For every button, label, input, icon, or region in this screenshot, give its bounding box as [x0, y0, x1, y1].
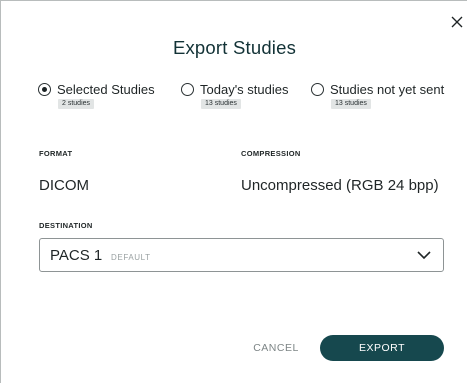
- export-button[interactable]: EXPORT: [320, 335, 444, 361]
- radio-todays-studies[interactable]: [181, 83, 194, 96]
- destination-value: PACS 1: [50, 247, 103, 264]
- radio-selected-studies[interactable]: [38, 83, 51, 96]
- close-button[interactable]: [447, 12, 467, 32]
- format-label: FORMAT: [39, 149, 73, 158]
- destination-label: DESTINATION: [39, 221, 93, 230]
- radio-studies-not-yet-sent[interactable]: [311, 83, 324, 96]
- destination-select[interactable]: PACS 1 DEFAULT: [39, 238, 444, 272]
- study-count-badge: 13 studies: [331, 99, 371, 109]
- study-count-badge: 2 studies: [58, 99, 95, 109]
- option-studies-not-yet-sent[interactable]: Studies not yet sent 13 studies: [311, 82, 451, 122]
- chevron-down-icon[interactable]: [416, 249, 432, 261]
- option-label: Selected Studies: [57, 82, 155, 97]
- option-todays-studies[interactable]: Today's studies 13 studies: [181, 82, 296, 122]
- close-icon: [451, 16, 463, 28]
- compression-value: Uncompressed (RGB 24 bpp): [241, 177, 439, 194]
- option-label: Studies not yet sent: [330, 82, 445, 97]
- export-studies-dialog: Export Studies Selected Studies 2 studie…: [0, 0, 467, 383]
- option-selected-studies[interactable]: Selected Studies 2 studies: [38, 82, 163, 122]
- format-value: DICOM: [39, 177, 89, 194]
- study-count-badge: 13 studies: [201, 99, 241, 109]
- cancel-button[interactable]: CANCEL: [246, 335, 306, 361]
- dialog-title: Export Studies: [172, 37, 297, 58]
- compression-label: COMPRESSION: [241, 149, 301, 158]
- default-tag: DEFAULT: [111, 253, 151, 262]
- option-label: Today's studies: [200, 82, 289, 97]
